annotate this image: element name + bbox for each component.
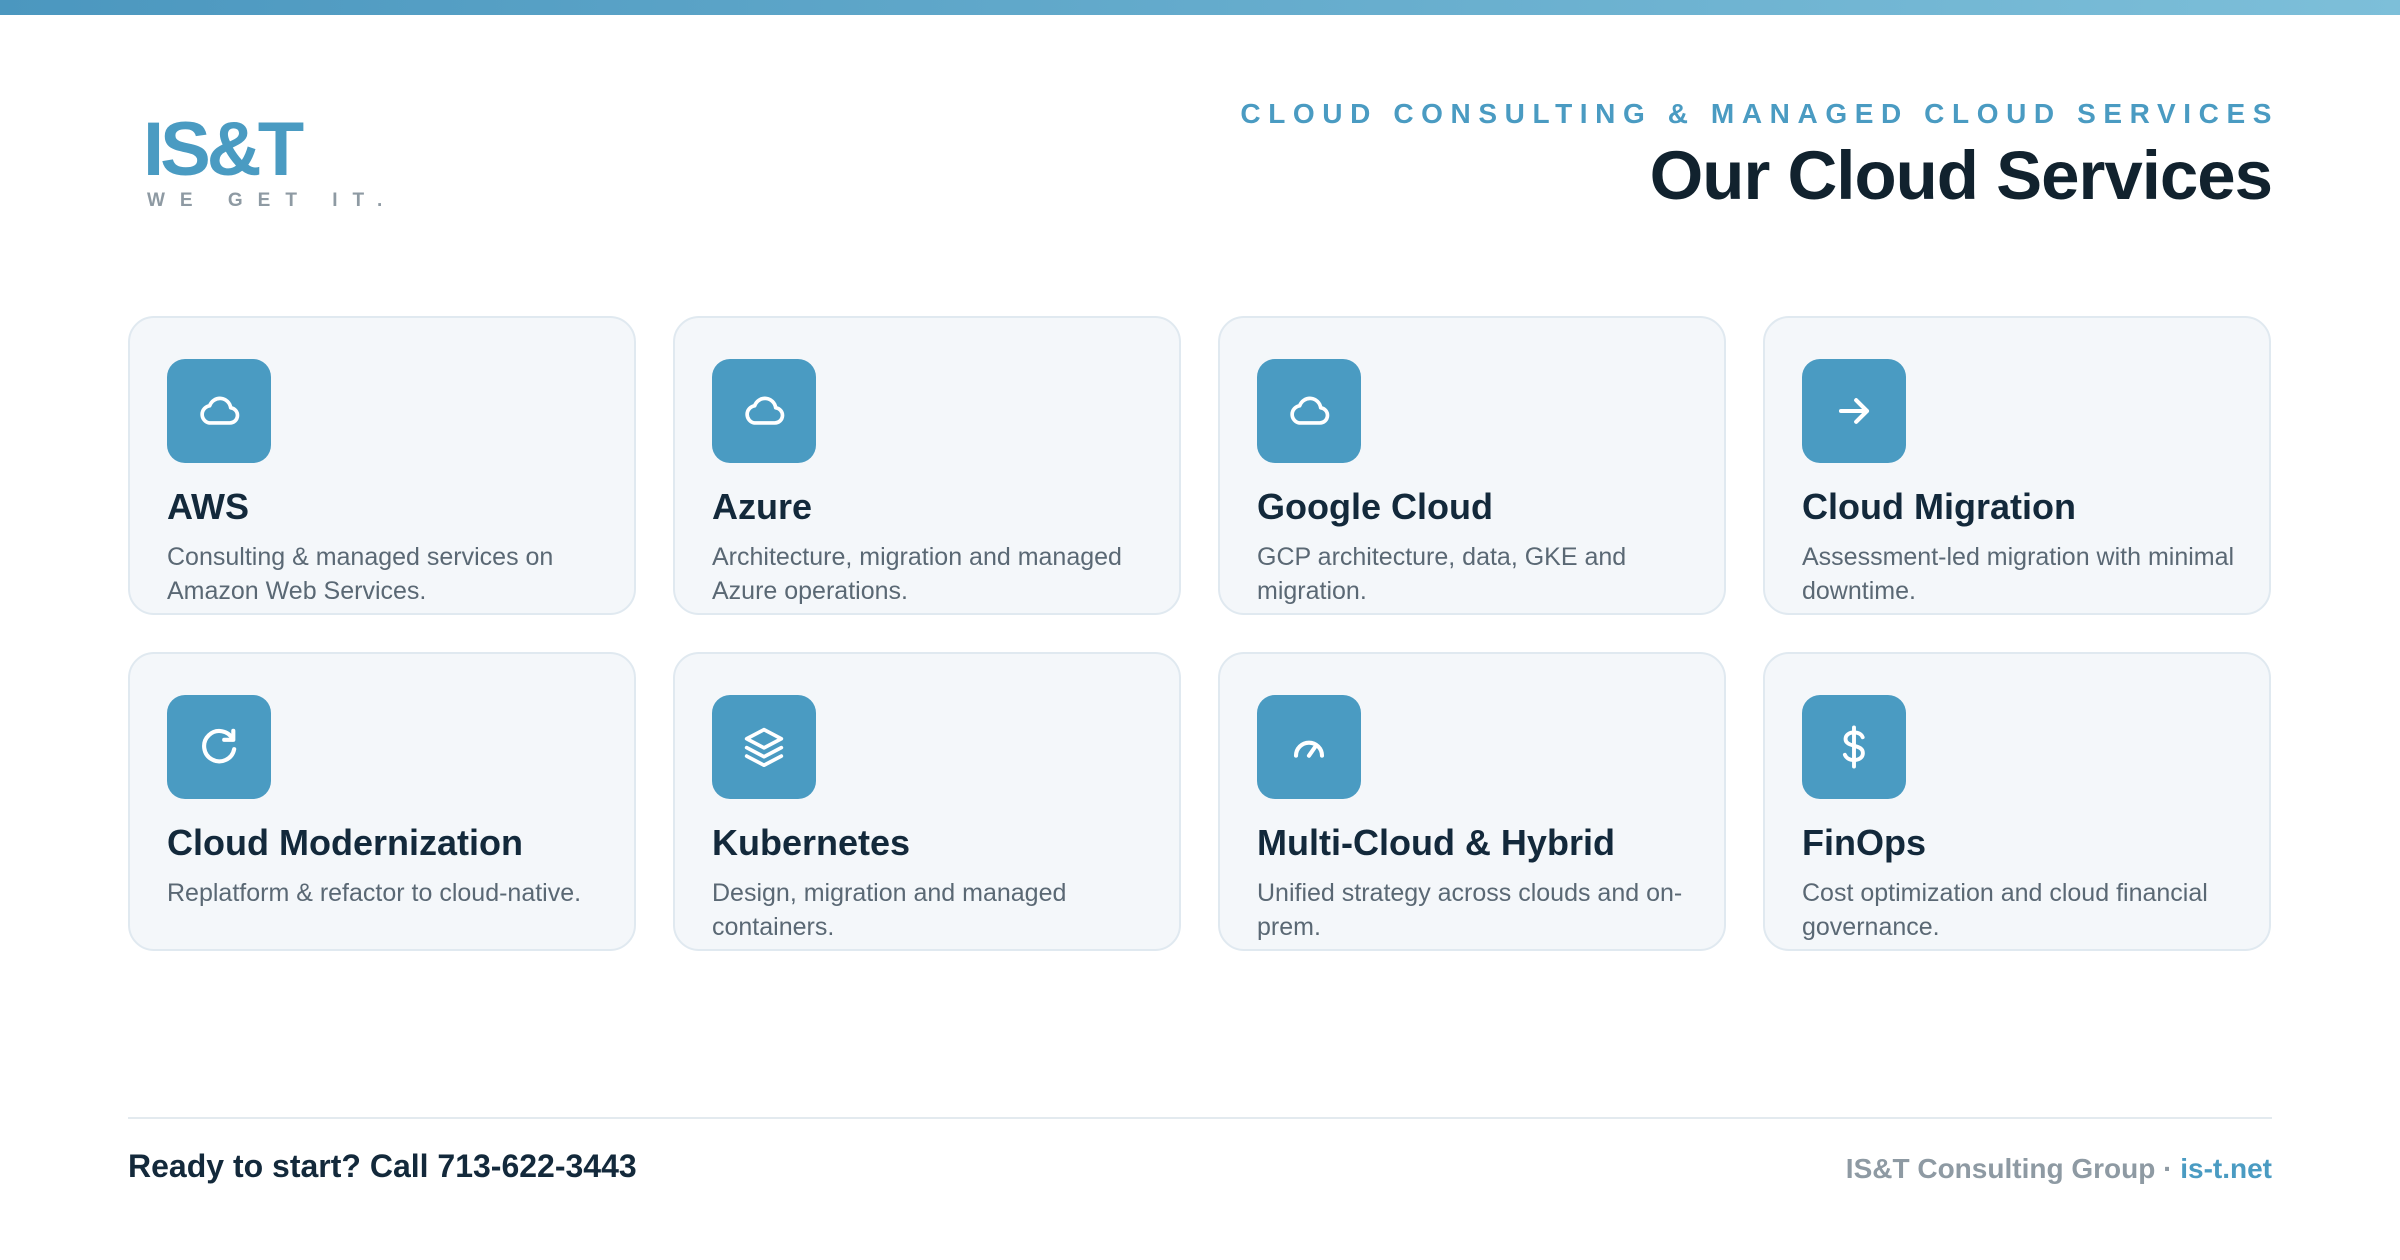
service-card-kubernetes[interactable]: Kubernetes Design, migration and managed… [673, 652, 1181, 951]
service-title: Google Cloud [1257, 486, 1493, 527]
website-link[interactable]: is-t.net [2180, 1153, 2272, 1184]
service-title: Cloud Modernization [167, 822, 523, 863]
service-title: Azure [712, 486, 813, 527]
icon-tile [1802, 359, 1906, 463]
service-title: Cloud Migration [1802, 486, 2076, 527]
logo-mark: IS&T [143, 107, 304, 192]
footer-divider [128, 1117, 2272, 1119]
services-grid: AWS Consulting & managed services on Ama… [128, 316, 2272, 951]
eyebrow-text: CLOUD CONSULTING & MANAGED CLOUD SERVICE… [1240, 98, 2279, 129]
service-description: Cost optimization and cloud financial go… [1802, 879, 2208, 941]
service-description: Unified strategy across clouds and on-pr… [1257, 879, 1683, 941]
service-description: Design, migration and managed containers… [712, 879, 1067, 941]
icon-tile [1802, 695, 1906, 799]
service-description: Replatform & refactor to cloud-native. [167, 879, 582, 907]
service-card-google-cloud[interactable]: Google Cloud GCP architecture, data, GKE… [1218, 316, 1726, 615]
icon-tile [1257, 359, 1361, 463]
icon-tile [712, 695, 816, 799]
dollar-icon [1842, 725, 1865, 769]
cloud-icon [745, 396, 785, 425]
cloud-icon [200, 396, 240, 425]
footer-credit: IS&T Consulting Group · is-t.net [1846, 1153, 2272, 1185]
service-description: GCP architecture, data, GKE and migratio… [1257, 543, 1627, 605]
page-title: Our Cloud Services [1649, 137, 2273, 214]
icon-tile [167, 695, 271, 799]
service-title: FinOps [1802, 822, 1926, 863]
company-name: IS&T Consulting Group [1845, 1153, 2156, 1184]
service-description: Assessment-led migration with minimal do… [1802, 543, 2235, 605]
icon-tile [1257, 695, 1361, 799]
service-description: Architecture, migration and managed Azur… [712, 543, 1122, 605]
service-title: AWS [167, 486, 250, 527]
icon-tile [712, 359, 816, 463]
service-card-azure[interactable]: Azure Architecture, migration and manage… [673, 316, 1181, 615]
refresh-icon [202, 728, 237, 764]
service-title: Multi-Cloud & Hybrid [1257, 822, 1615, 863]
layers-icon [744, 727, 784, 768]
cloud-icon [1290, 396, 1330, 425]
gauge-icon [1293, 740, 1325, 758]
page-header: CLOUD CONSULTING & MANAGED CLOUD SERVICE… [1240, 98, 2273, 216]
service-card-finops[interactable]: FinOps Cost optimization and cloud finan… [1763, 652, 2271, 951]
service-title: Kubernetes [712, 822, 911, 863]
service-card-cloud-migration[interactable]: Cloud Migration Assessment-led migration… [1763, 316, 2271, 615]
footer-separator: · [2155, 1153, 2181, 1184]
logo[interactable]: IS&T WE GET IT. [143, 112, 397, 212]
service-description: Consulting & managed services on Amazon … [167, 543, 554, 605]
logo-tagline: WE GET IT. [147, 190, 398, 211]
service-card-aws[interactable]: AWS Consulting & managed services on Ama… [128, 316, 636, 615]
call-to-action[interactable]: Ready to start? Call 713-622-3443 [128, 1148, 637, 1185]
icon-tile [167, 359, 271, 463]
service-card-cloud-modernization[interactable]: Cloud Modernization Replatform & refacto… [128, 652, 636, 951]
service-card-multi-cloud-hybrid[interactable]: Multi-Cloud & Hybrid Unified strategy ac… [1218, 652, 1726, 951]
arrow-right-icon [1838, 398, 1870, 424]
top-accent-bar [0, 0, 2400, 15]
